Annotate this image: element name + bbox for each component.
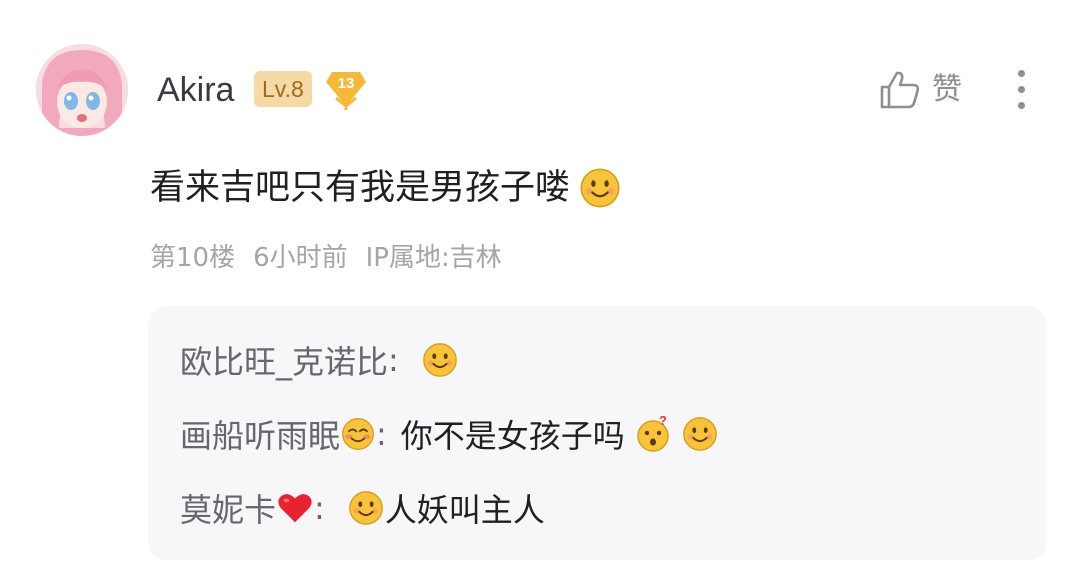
reply-author[interactable]: 画船听雨眠 — [180, 411, 340, 457]
smile-emoji-icon — [578, 166, 622, 210]
smile-emoji-icon — [681, 415, 719, 453]
floor-number: 第10楼 — [150, 243, 236, 273]
blush-emoji-icon — [340, 416, 376, 452]
username[interactable]: Akira — [157, 68, 234, 112]
anime-avatar-icon — [36, 44, 128, 136]
reply-list[interactable]: 欧比旺_克诺比 : 画船听雨眠 : 你不是女孩子吗 ? 莫妮卡: 人妖叫主人 — [148, 306, 1046, 560]
reply-item[interactable]: 莫妮卡 : 人妖叫主人 — [180, 482, 545, 534]
smile-emoji-icon — [421, 341, 459, 379]
comment-content: 看来吉吧只有我是男孩子喽 — [150, 165, 622, 211]
more-dot — [1018, 102, 1025, 109]
more-dot — [1018, 86, 1025, 93]
fan-badge: 13 — [324, 68, 368, 112]
reply-colon: : — [314, 489, 325, 527]
reply-text: 你不是女孩子吗 — [400, 417, 625, 455]
reply-colon: : — [388, 341, 399, 379]
like-button[interactable]: 赞 — [878, 66, 962, 114]
reply-item[interactable]: 欧比旺_克诺比 : — [180, 334, 459, 386]
avatar[interactable] — [36, 44, 128, 136]
reply-colon: : — [376, 415, 387, 453]
thumbs-up-icon — [880, 71, 920, 109]
reply-author[interactable]: 欧比旺_克诺比 — [180, 337, 388, 383]
more-dot — [1018, 70, 1025, 77]
surprised-emoji-icon: ? — [633, 414, 673, 454]
fan-badge-level: 13 — [337, 75, 355, 92]
reply-author[interactable]: 莫妮卡 — [180, 485, 276, 531]
more-button[interactable] — [1008, 66, 1036, 114]
like-label: 赞 — [932, 72, 962, 107]
ip-location: IP属地:吉林 — [365, 243, 502, 273]
comment-meta: 第10楼 6小时前 IP属地:吉林 — [150, 240, 502, 276]
reply-item[interactable]: 画船听雨眠 : 你不是女孩子吗 ? — [180, 408, 719, 460]
reply-text: 人妖叫主人 — [384, 491, 545, 529]
smile-emoji-icon — [347, 489, 385, 527]
comment-text: 看来吉吧只有我是男孩子喽 — [150, 168, 571, 208]
post-time: 6小时前 — [253, 243, 348, 273]
heart-emoji-icon — [276, 489, 314, 527]
svg-text:?: ? — [659, 414, 667, 428]
level-badge: Lv.8 — [254, 71, 312, 107]
